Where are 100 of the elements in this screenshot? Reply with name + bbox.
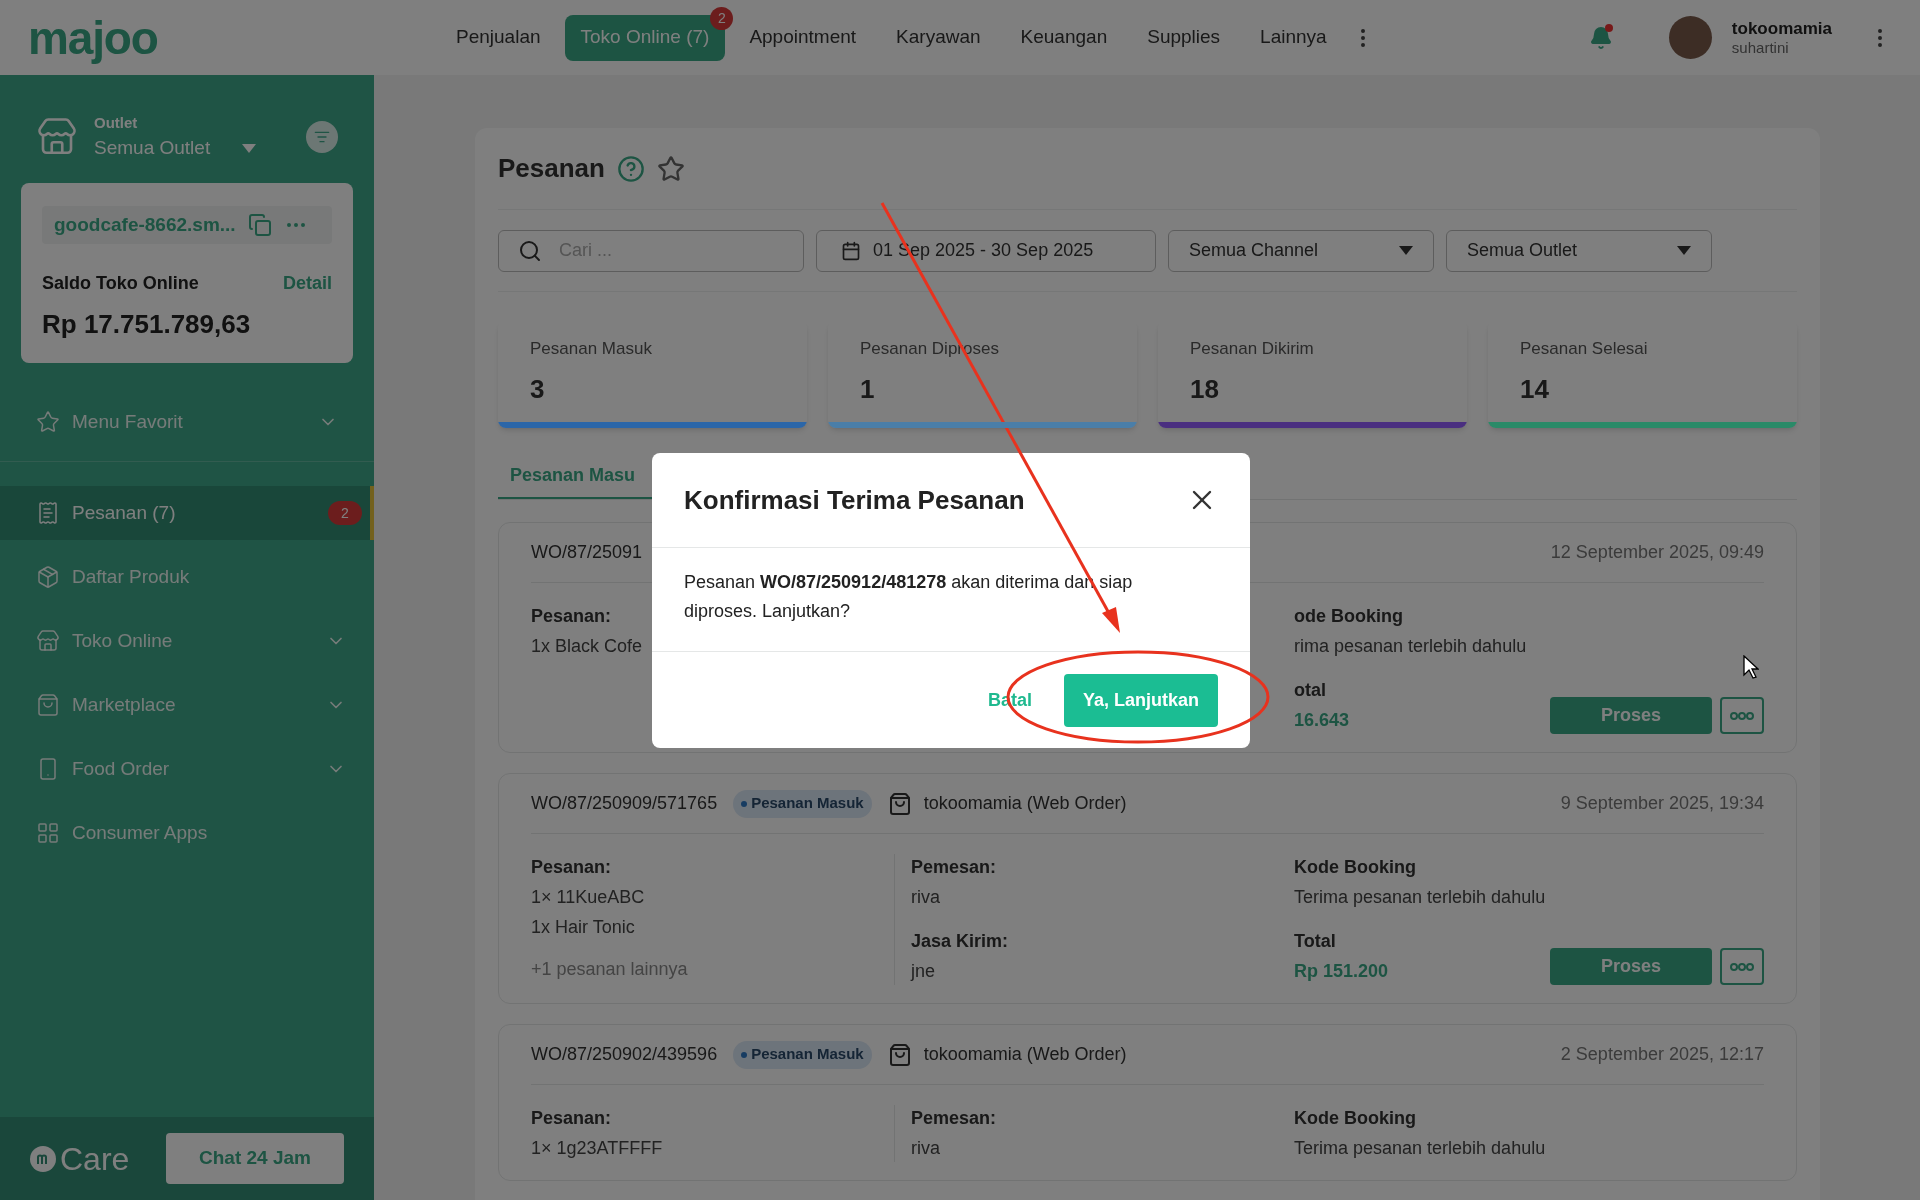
nav-tab[interactable]: Lainnya bbox=[1244, 14, 1343, 61]
stat-label: Pesanan Masuk bbox=[529, 338, 653, 360]
status-badge: Pesanan Masuk bbox=[733, 789, 872, 818]
store-domain: goodcafe-8662.sm... bbox=[54, 212, 236, 237]
notification-icon[interactable] bbox=[1588, 25, 1613, 50]
stat-card[interactable]: Pesanan Selesai 14 bbox=[1488, 320, 1797, 428]
more-button[interactable] bbox=[1720, 697, 1764, 734]
filter-icon bbox=[314, 129, 330, 145]
nav-tab[interactable]: Keuangan bbox=[1004, 14, 1124, 61]
order-total: Rp 151.200 bbox=[1294, 960, 1389, 983]
field-label: Jasa Kirim: bbox=[911, 930, 1009, 953]
order-channel: tokoomamia (Web Order) bbox=[923, 792, 1127, 815]
courier-name: jne bbox=[911, 960, 936, 983]
stat-value: 14 bbox=[1519, 372, 1550, 406]
balance-amount: Rp 17.751.789,63 bbox=[42, 308, 252, 341]
order-channel: tokoomamia (Web Order) bbox=[923, 1043, 1127, 1066]
booking-text: Terima pesanan terlebih dahulu bbox=[1294, 886, 1546, 909]
calendar-icon bbox=[841, 240, 861, 261]
search-icon bbox=[518, 238, 542, 263]
stat-value: 3 bbox=[529, 372, 546, 406]
nav-tab[interactable]: Appointment bbox=[733, 14, 873, 61]
nav-tab[interactable]: Penjualan bbox=[440, 14, 557, 61]
booking-text: rima pesanan terlebih dahulu bbox=[1294, 635, 1527, 658]
field-label: Pemesan: bbox=[911, 1107, 997, 1130]
stat-card[interactable]: Pesanan Masuk 3 bbox=[498, 320, 807, 428]
count-badge: 2 bbox=[710, 6, 734, 30]
nav-tab[interactable]: Karyawan bbox=[880, 14, 997, 61]
more-icon bbox=[1730, 711, 1754, 720]
stat-card[interactable]: Pesanan Dikirim 18 bbox=[1158, 320, 1467, 428]
customer-name: riva bbox=[911, 1137, 940, 1160]
order-id: WO/87/250909/571765 bbox=[531, 792, 718, 815]
order-date: 12 September 2025, 09:49 bbox=[1550, 541, 1764, 564]
count-badge: 2 bbox=[328, 501, 362, 525]
copy-icon[interactable] bbox=[247, 213, 272, 237]
order-id: WO/87/25091 bbox=[531, 541, 643, 564]
filter-dropdown[interactable]: Semua Channel bbox=[1168, 229, 1434, 272]
field-label: Total bbox=[1294, 930, 1336, 953]
order-item: 1× 1g23ATFFFF bbox=[531, 1137, 663, 1160]
stat-value: 1 bbox=[859, 372, 876, 406]
field-label: ode Booking bbox=[1294, 605, 1403, 628]
status-badge: Pesanan Masuk bbox=[733, 1040, 872, 1069]
care-logo-icon bbox=[30, 1145, 56, 1172]
sidebar-item[interactable]: Toko Online bbox=[0, 614, 374, 668]
care-logo: Care bbox=[60, 1139, 130, 1179]
receipt-icon bbox=[36, 501, 60, 525]
confirm-button[interactable]: Ya, Lanjutkan bbox=[1064, 673, 1218, 727]
sidebar-item[interactable]: Consumer Apps bbox=[0, 806, 374, 860]
field-label: otal bbox=[1294, 679, 1326, 702]
outlet-dropdown[interactable]: Semua Outlet bbox=[94, 134, 257, 163]
field-label: Kode Booking bbox=[1294, 856, 1416, 879]
help-icon[interactable] bbox=[616, 154, 645, 183]
grid-icon bbox=[36, 821, 60, 845]
booking-text: Terima pesanan terlebih dahulu bbox=[1294, 1137, 1546, 1160]
field-label: Pemesan: bbox=[911, 856, 997, 879]
store-icon bbox=[36, 629, 60, 653]
order-date: 2 September 2025, 12:17 bbox=[1560, 1043, 1764, 1066]
order-item: 1× 11KueABC bbox=[531, 886, 645, 909]
shopping-bag-icon bbox=[36, 693, 60, 717]
avatar[interactable] bbox=[1668, 16, 1712, 59]
filter-button[interactable] bbox=[306, 121, 338, 153]
stat-label: Pesanan Dikirim bbox=[1189, 338, 1315, 360]
dialog-title: Konfirmasi Terima Pesanan bbox=[684, 483, 1025, 517]
order-item: 1x Hair Tonic bbox=[531, 916, 635, 939]
order-id: WO/87/250902/439596 bbox=[531, 1043, 718, 1066]
nav-tab[interactable]: Supplies bbox=[1131, 14, 1237, 61]
caret-icon bbox=[1399, 246, 1413, 255]
caret-icon bbox=[242, 143, 257, 153]
box-icon bbox=[36, 565, 60, 589]
chat-button[interactable]: Chat 24 Jam bbox=[166, 1133, 344, 1184]
stat-value: 18 bbox=[1189, 372, 1220, 406]
more-button[interactable] bbox=[1720, 948, 1764, 985]
field-label: Pesanan: bbox=[531, 1107, 612, 1130]
star-icon bbox=[36, 410, 60, 434]
order-item: 1x Black Cofe bbox=[531, 635, 643, 658]
process-button[interactable]: Proses bbox=[1550, 697, 1712, 734]
caret-icon bbox=[1677, 246, 1691, 255]
sidebar-item[interactable]: Pesanan (7) 2 bbox=[0, 486, 374, 540]
shopping-bag-icon bbox=[887, 791, 912, 816]
field-label: Pesanan: bbox=[531, 856, 612, 879]
shopping-bag-icon bbox=[887, 1042, 912, 1067]
sidebar-item[interactable]: Daftar Produk bbox=[0, 550, 374, 604]
sidebar-item[interactable]: Food Order bbox=[0, 742, 374, 796]
star-icon[interactable] bbox=[656, 154, 685, 183]
detail-link[interactable]: Detail bbox=[282, 270, 332, 297]
field-label: Kode Booking bbox=[1294, 1107, 1416, 1130]
more-items-text: +1 pesanan lainnya bbox=[531, 958, 688, 981]
page-title: Pesanan bbox=[498, 152, 605, 185]
process-button[interactable]: Proses bbox=[1550, 948, 1712, 985]
favorites-menu[interactable]: Menu Favorit bbox=[0, 405, 374, 439]
balance-label: Saldo Toko Online bbox=[42, 272, 199, 295]
menu-label: Menu Favorit bbox=[72, 409, 183, 434]
more-icon bbox=[1730, 962, 1754, 971]
filter-dropdown[interactable]: Semua Outlet bbox=[1446, 229, 1712, 272]
outlet-label: Outlet bbox=[94, 112, 139, 133]
field-label: Pesanan: bbox=[531, 605, 612, 628]
user-name: tokoomamia bbox=[1731, 17, 1832, 39]
order-total: 16.643 bbox=[1294, 709, 1350, 732]
sidebar-item[interactable]: Marketplace bbox=[0, 678, 374, 732]
stat-label: Pesanan Selesai bbox=[1519, 338, 1649, 360]
customer-name: riva bbox=[911, 886, 940, 909]
